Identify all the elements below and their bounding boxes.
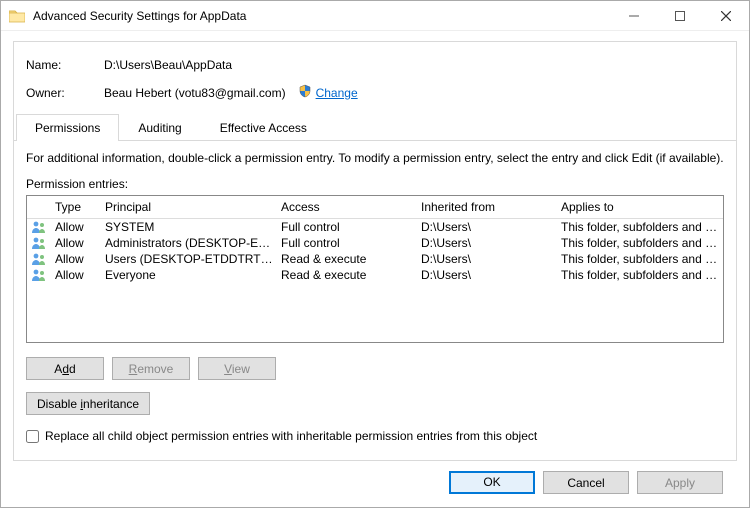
group-icon [27,268,51,282]
ok-button[interactable]: OK [449,471,535,494]
minimize-button[interactable] [611,1,657,31]
group-icon [27,220,51,234]
permission-row[interactable]: AllowUsers (DESKTOP-ETDDTRT\Use...Read &… [27,251,723,267]
col-type[interactable]: Type [51,200,101,214]
permission-row[interactable]: AllowAdministrators (DESKTOP-ETD...Full … [27,235,723,251]
owner-value: Beau Hebert (votu83@gmail.com) [104,86,286,100]
add-label: Add [54,362,75,376]
tab-auditing[interactable]: Auditing [119,114,200,141]
tab-strip: Permissions Auditing Effective Access [14,113,736,141]
remove-label: Remove [129,362,174,376]
col-applies[interactable]: Applies to [557,200,723,214]
entries-label: Permission entries: [26,177,724,191]
view-label: View [224,362,250,376]
col-principal[interactable]: Principal [101,200,277,214]
cell-inherited: D:\Users\ [417,268,557,282]
group-icon [27,252,51,266]
cell-principal: Administrators (DESKTOP-ETD... [101,236,277,250]
permission-row[interactable]: AllowEveryoneRead & executeD:\Users\This… [27,267,723,283]
folder-icon [9,9,25,23]
cell-access: Full control [277,236,417,250]
name-label: Name: [26,58,104,72]
add-button[interactable]: Add [26,357,104,380]
tab-permissions[interactable]: Permissions [16,114,119,141]
dialog-footer: OK Cancel Apply [13,461,737,494]
name-row: Name: D:\Users\Beau\AppData [26,58,724,72]
owner-row: Owner: Beau Hebert (votu83@gmail.com) Ch… [26,84,724,101]
cell-access: Read & execute [277,268,417,282]
cell-principal: SYSTEM [101,220,277,234]
cell-type: Allow [51,268,101,282]
col-access[interactable]: Access [277,200,417,214]
cell-type: Allow [51,220,101,234]
cell-applies: This folder, subfolders and files [557,252,723,266]
permission-entries-list[interactable]: Type Principal Access Inherited from App… [26,195,724,343]
cell-type: Allow [51,252,101,266]
cell-principal: Everyone [101,268,277,282]
cell-access: Read & execute [277,252,417,266]
window-title: Advanced Security Settings for AppData [33,9,611,23]
disable-inheritance-button[interactable]: Disable inheritance [26,392,150,415]
cell-applies: This folder, subfolders and files [557,236,723,250]
owner-label: Owner: [26,86,104,100]
replace-children-checkbox[interactable] [26,430,39,443]
titlebar: Advanced Security Settings for AppData [1,1,749,31]
permission-header-row: Type Principal Access Inherited from App… [27,196,723,219]
info-text: For additional information, double-click… [26,151,724,165]
close-button[interactable] [703,1,749,31]
cell-inherited: D:\Users\ [417,252,557,266]
cell-inherited: D:\Users\ [417,236,557,250]
col-inherited[interactable]: Inherited from [417,200,557,214]
cancel-button[interactable]: Cancel [543,471,629,494]
cell-applies: This folder, subfolders and files [557,268,723,282]
replace-children-label: Replace all child object permission entr… [45,429,537,443]
cell-inherited: D:\Users\ [417,220,557,234]
maximize-button[interactable] [657,1,703,31]
shield-icon [298,84,312,101]
cell-applies: This folder, subfolders and files [557,220,723,234]
cell-principal: Users (DESKTOP-ETDDTRT\Use... [101,252,277,266]
view-button[interactable]: View [198,357,276,380]
remove-button[interactable]: Remove [112,357,190,380]
tab-effective-access[interactable]: Effective Access [201,114,326,141]
cell-access: Full control [277,220,417,234]
change-owner-link[interactable]: Change [316,86,358,100]
cell-type: Allow [51,236,101,250]
disable-inheritance-label: Disable inheritance [37,397,139,411]
permission-row[interactable]: AllowSYSTEMFull controlD:\Users\This fol… [27,219,723,235]
apply-button[interactable]: Apply [637,471,723,494]
group-icon [27,236,51,250]
name-value: D:\Users\Beau\AppData [104,58,232,72]
